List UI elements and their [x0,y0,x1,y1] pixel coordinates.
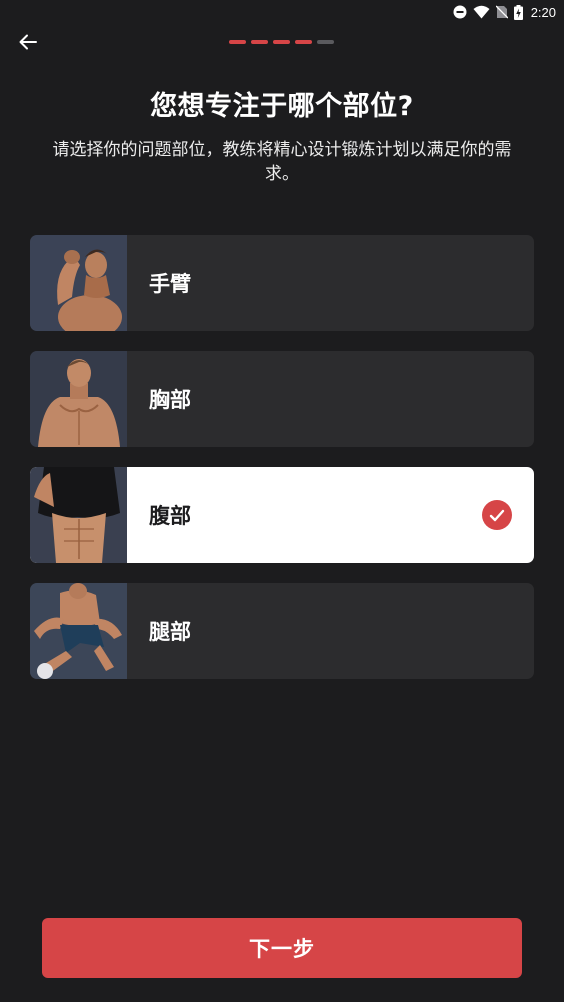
chest-photo [30,351,127,447]
option-label: 腿部 [149,620,191,644]
back-button[interactable] [14,30,42,58]
option-label: 手臂 [149,272,191,296]
abs-photo [30,467,127,563]
battery-charging-icon [513,4,523,20]
option-label: 腹部 [149,504,191,528]
wifi-icon [473,5,490,19]
back-arrow-icon [19,34,37,54]
body-part-options: 手臂 胸部 腹部 腿部 [30,235,534,699]
status-bar: 2:20 [0,0,564,24]
arms-flex-photo [30,235,127,331]
progress-indicator [229,40,334,44]
status-icons: 2:20 [453,3,556,21]
option-card-arms[interactable]: 手臂 [30,235,534,331]
progress-step [273,40,290,44]
page-subtitle: 请选择你的问题部位，教练将精心设计锻炼计划以满足你的需求。 [52,140,512,184]
progress-step [229,40,246,44]
option-label: 胸部 [149,388,191,412]
option-card-legs[interactable]: 腿部 [30,583,534,679]
no-sim-icon [495,5,508,19]
progress-step [251,40,268,44]
next-button[interactable]: 下一步 [42,918,522,978]
legs-jump-photo [30,583,127,679]
option-card-chest[interactable]: 胸部 [30,351,534,447]
progress-step [317,40,334,44]
page-title: 您想专注于哪个部位? [150,91,414,122]
status-time: 2:20 [530,4,556,20]
option-card-abs[interactable]: 腹部 [30,467,534,563]
checkmark-circle-icon [482,500,512,530]
do-not-disturb-icon [453,5,467,19]
progress-step [295,40,312,44]
